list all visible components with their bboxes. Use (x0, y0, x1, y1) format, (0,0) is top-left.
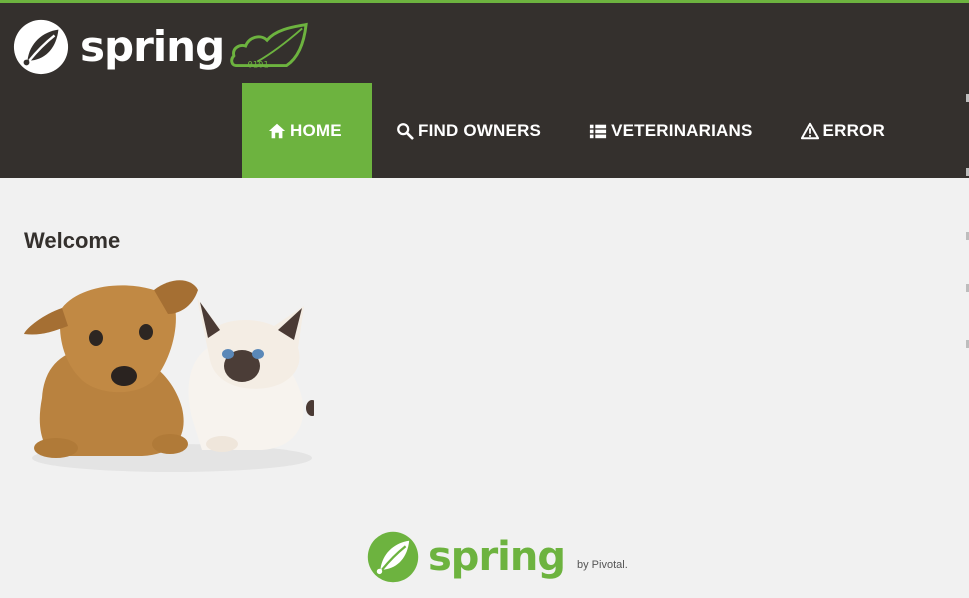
spring-leaf-icon (13, 19, 69, 75)
pets-image (24, 280, 314, 472)
warning-icon (800, 122, 819, 139)
main-nav: HOME FIND OWNERS VETERINARIANS ERROR (242, 83, 909, 178)
footer-logo: spring by Pivotal. (366, 530, 628, 584)
search-icon (397, 122, 414, 140)
footer-by-text: by Pivotal. (577, 559, 628, 571)
brand-wordmark: spring (80, 22, 225, 71)
nav-item-label: ERROR (822, 120, 885, 140)
top-navbar: spring 0101 HOME FIND OWNERS VETERINARIA… (0, 0, 969, 178)
nav-item-veterinarians[interactable]: VETERINARIANS (565, 83, 776, 178)
nav-item-home[interactable]: HOME (242, 83, 372, 178)
brand-logo[interactable]: spring 0101 (12, 17, 312, 77)
home-icon (268, 123, 286, 138)
boot-badge-text: 0101 (248, 60, 269, 70)
nav-item-label: FIND OWNERS (418, 120, 542, 140)
nav-item-label: VETERINARIANS (611, 120, 753, 140)
page-title: Welcome (24, 228, 121, 253)
main-content: Welcome (24, 228, 120, 254)
footer-wordmark: spring (428, 534, 566, 580)
nav-item-error[interactable]: ERROR (777, 83, 909, 178)
nav-item-find-owners[interactable]: FIND OWNERS (372, 83, 565, 178)
spring-boot-leaf-icon: 0101 (230, 22, 308, 71)
nav-item-label: HOME (290, 120, 342, 140)
list-icon (589, 124, 607, 138)
spring-leaf-icon (367, 531, 419, 583)
